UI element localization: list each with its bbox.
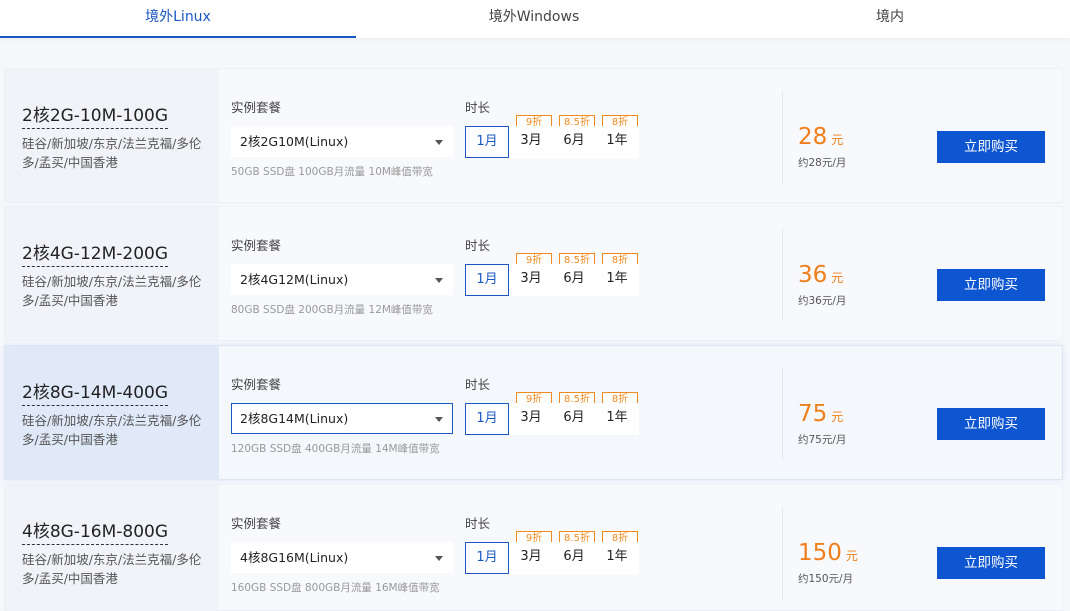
plan-info: 2核8G-14M-400G 硅谷/新加坡/东京/法兰克福/多伦多/孟买/中国香港 (5, 346, 219, 479)
plan-regions: 硅谷/新加坡/东京/法兰克福/多伦多/孟买/中国香港 (22, 413, 202, 447)
chevron-down-icon (435, 278, 443, 283)
duration-6-months[interactable]: 6月 (552, 264, 596, 296)
duration-1-year[interactable]: 1年 (595, 403, 639, 435)
package-description: 50GB SSD盘 100GB月流量 10M峰值带宽 (231, 166, 433, 178)
duration-label: 时长 (465, 516, 491, 531)
buy-now-button[interactable]: 立即购买 (937, 408, 1045, 440)
duration-1-month[interactable]: 1月 (465, 403, 509, 435)
duration-1-month[interactable]: 1月 (465, 264, 509, 296)
price-value: 150 (798, 540, 842, 566)
duration-6-months[interactable]: 6月 (552, 126, 596, 158)
monthly-price: 约75元/月 (798, 434, 847, 446)
package-select[interactable]: 2核2G10M(Linux) (231, 126, 453, 157)
plan-regions: 硅谷/新加坡/东京/法兰克福/多伦多/孟买/中国香港 (22, 552, 202, 586)
price-value: 28 (798, 124, 828, 150)
price: 28 元 (798, 124, 843, 153)
package-select-value: 2核8G14M(Linux) (240, 411, 349, 426)
duration-1-month[interactable]: 1月 (465, 542, 509, 574)
duration-3-months[interactable]: 3月 (509, 542, 553, 574)
price: 150 元 (798, 540, 858, 569)
plan-info: 4核8G-16M-800G 硅谷/新加坡/东京/法兰克福/多伦多/孟买/中国香港 (5, 485, 219, 610)
package-select-value: 4核8G16M(Linux) (240, 550, 349, 565)
package-select[interactable]: 2核4G12M(Linux) (231, 264, 453, 295)
plan-regions: 硅谷/新加坡/东京/法兰克福/多伦多/孟买/中国香港 (22, 274, 202, 308)
duration-1-year[interactable]: 1年 (595, 264, 639, 296)
buy-now-button[interactable]: 立即购买 (937, 131, 1045, 163)
plan-info: 2核4G-12M-200G 硅谷/新加坡/东京/法兰克福/多伦多/孟买/中国香港 (5, 207, 219, 340)
price-value: 75 (798, 401, 828, 427)
active-tab-indicator (0, 36, 356, 38)
package-select[interactable]: 2核8G14M(Linux) (231, 403, 453, 434)
duration-6-months[interactable]: 6月 (552, 403, 596, 435)
package-label: 实例套餐 (231, 100, 282, 115)
package-description: 80GB SSD盘 200GB月流量 12M峰值带宽 (231, 304, 433, 316)
duration-3-months[interactable]: 3月 (509, 264, 553, 296)
plan-name: 2核2G-10M-100G (22, 101, 168, 129)
duration-3-months[interactable]: 3月 (509, 126, 553, 158)
plan-name: 2核8G-14M-400G (22, 378, 168, 406)
package-select[interactable]: 4核8G16M(Linux) (231, 542, 453, 573)
duration-3-months[interactable]: 3月 (509, 403, 553, 435)
plan-regions: 硅谷/新加坡/东京/法兰克福/多伦多/孟买/中国香港 (22, 136, 202, 170)
duration-label: 时长 (465, 238, 491, 253)
divider (782, 91, 783, 183)
monthly-price: 约150元/月 (798, 573, 854, 585)
chevron-down-icon (435, 556, 443, 561)
tab-bar: 境外Linux 境外Windows 境内 (0, 0, 1070, 38)
tab-label: 境外Linux (145, 9, 211, 25)
price-unit: 元 (831, 410, 844, 424)
package-label: 实例套餐 (231, 516, 282, 531)
package-select-value: 2核4G12M(Linux) (240, 272, 349, 287)
price-unit: 元 (831, 133, 844, 147)
chevron-down-icon (435, 417, 443, 422)
plan-name: 2核4G-12M-200G (22, 239, 168, 267)
duration-label: 时长 (465, 100, 491, 115)
monthly-price: 约36元/月 (798, 295, 847, 307)
package-label: 实例套餐 (231, 377, 282, 392)
divider (782, 368, 783, 460)
duration-1-year[interactable]: 1年 (595, 126, 639, 158)
buy-now-button[interactable]: 立即购买 (937, 547, 1045, 579)
divider (782, 229, 783, 321)
tab-domestic[interactable]: 境内 (712, 0, 1068, 38)
plan-card: 2核4G-12M-200G 硅谷/新加坡/东京/法兰克福/多伦多/孟买/中国香港… (4, 206, 1063, 341)
duration-1-month[interactable]: 1月 (465, 126, 509, 158)
package-select-value: 2核2G10M(Linux) (240, 134, 349, 149)
package-description: 160GB SSD盘 800GB月流量 16M峰值带宽 (231, 582, 440, 594)
plan-card-active: 2核8G-14M-400G 硅谷/新加坡/东京/法兰克福/多伦多/孟买/中国香港… (4, 345, 1063, 480)
plan-info: 2核2G-10M-100G 硅谷/新加坡/东京/法兰克福/多伦多/孟买/中国香港 (5, 69, 219, 202)
price-unit: 元 (831, 271, 844, 285)
price-value: 36 (798, 262, 828, 288)
package-description: 120GB SSD盘 400GB月流量 14M峰值带宽 (231, 443, 440, 455)
tab-overseas-windows[interactable]: 境外Windows (356, 0, 712, 38)
plan-card: 2核2G-10M-100G 硅谷/新加坡/东京/法兰克福/多伦多/孟买/中国香港… (4, 68, 1063, 203)
duration-label: 时长 (465, 377, 491, 392)
tab-overseas-linux[interactable]: 境外Linux (0, 0, 356, 38)
duration-6-months[interactable]: 6月 (552, 542, 596, 574)
tab-label: 境外Windows (488, 9, 580, 25)
divider (782, 507, 783, 599)
chevron-down-icon (435, 140, 443, 145)
plan-name: 4核8G-16M-800G (22, 517, 168, 545)
buy-now-button[interactable]: 立即购买 (937, 269, 1045, 301)
package-label: 实例套餐 (231, 238, 282, 253)
price-unit: 元 (845, 549, 858, 563)
monthly-price: 约28元/月 (798, 157, 847, 169)
duration-1-year[interactable]: 1年 (595, 542, 639, 574)
price: 36 元 (798, 262, 843, 291)
plan-card: 4核8G-16M-800G 硅谷/新加坡/东京/法兰克福/多伦多/孟买/中国香港… (4, 484, 1063, 611)
price: 75 元 (798, 401, 843, 430)
tab-label: 境内 (876, 9, 904, 25)
